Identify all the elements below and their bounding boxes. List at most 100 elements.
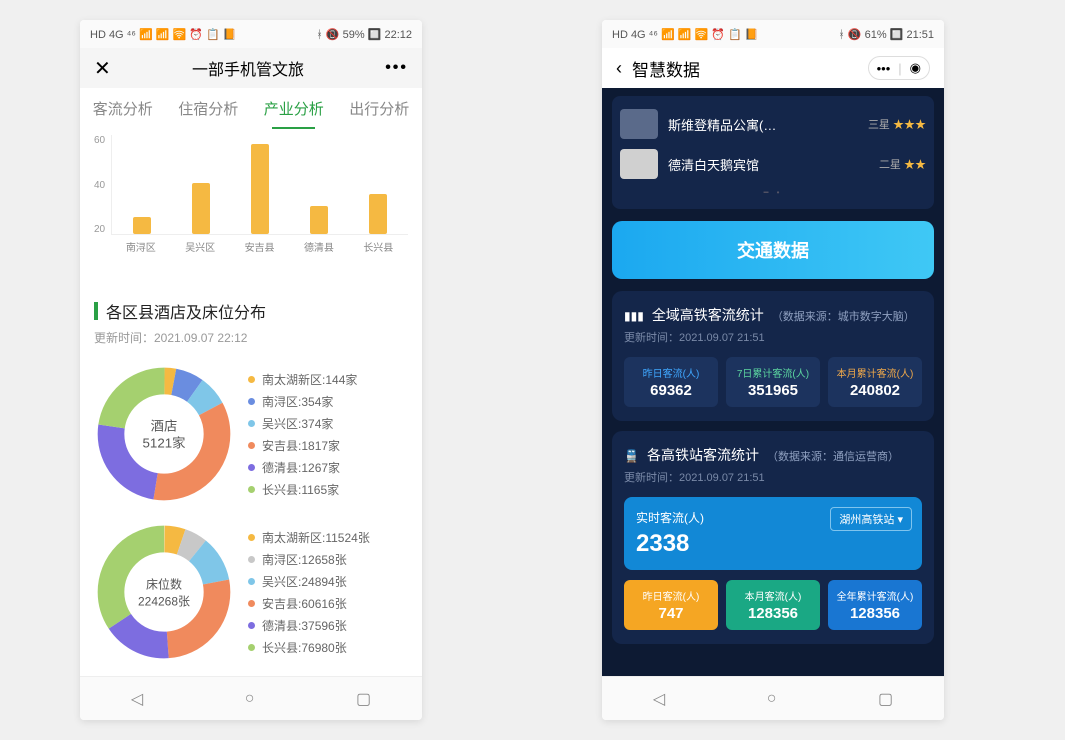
legend-item: 安吉县: 60616张 [248, 595, 370, 612]
svg-text:床位数: 床位数 [146, 577, 182, 592]
svg-text:5121家: 5121家 [143, 434, 186, 450]
close-icon[interactable]: ✕ [94, 56, 111, 81]
hotel-thumb [620, 109, 658, 139]
legend-item: 南浔区: 354家 [248, 393, 357, 410]
more-icon[interactable]: ••• [385, 59, 408, 77]
updated-time: 更新时间：2021.09.07 21:51 [624, 329, 922, 345]
tab-0[interactable]: 客流分析 [80, 88, 166, 129]
station-select[interactable]: 湖州高铁站 ▾ [830, 507, 912, 531]
stat-source: （数据来源：通信运营商） [767, 448, 899, 464]
legend-dot [248, 376, 255, 383]
page-title: 智慧数据 [632, 56, 700, 81]
legend-item: 南太湖新区: 144家 [248, 371, 357, 388]
legend-item: 德清县: 1267家 [248, 459, 357, 476]
live-value: 2338 [636, 530, 910, 558]
tabs: 客流分析住宿分析产业分析出行分析 [80, 88, 422, 129]
status-left: HD 4G ⁴⁶ 📶 📶 🛜 ⏰ 📋 📙 [612, 28, 758, 41]
stat-box: 昨日客流(人) 69362 [624, 357, 718, 407]
legend-dot [248, 420, 255, 427]
stat-title: 全域高铁客流统计 [652, 305, 764, 325]
x-label: 长兴县 [349, 235, 408, 254]
rail-station-card: 🚆 各高铁站客流统计 （数据来源：通信运营商） 更新时间：2021.09.07 … [612, 431, 934, 644]
status-bar: HD 4G ⁴⁶ 📶 📶 🛜 ⏰ 📋 📙 ᚼ 📵 61% 🔲 21:51 [602, 20, 944, 48]
x-label: 安吉县 [230, 235, 289, 254]
pager-dots: ━ • [620, 184, 926, 201]
bar-chart-icon: ▮▮▮ [624, 309, 644, 323]
nav-back-icon[interactable]: ◁ [653, 689, 665, 709]
updated-time: 更新时间：2021.09.07 22:12 [94, 329, 408, 346]
stat-box: 本月累计客流(人) 240802 [828, 357, 922, 407]
x-axis: 南浔区吴兴区安吉县德清县长兴县 [111, 235, 408, 254]
tab-3[interactable]: 出行分析 [337, 88, 423, 129]
bars [111, 135, 408, 235]
rail-total-card: ▮▮▮ 全域高铁客流统计 （数据来源：城市数字大脑） 更新时间：2021.09.… [612, 291, 934, 421]
bar [133, 217, 151, 234]
nav-home-icon[interactable]: ○ [767, 690, 777, 708]
svg-text:酒店: 酒店 [151, 419, 178, 434]
bar [310, 206, 328, 234]
legend-dot [248, 464, 255, 471]
more-icon[interactable]: ••• [877, 61, 891, 76]
stat-source: （数据来源：城市数字大脑） [772, 308, 915, 324]
stat-label: 本月累计客流(人) [832, 365, 918, 380]
stat-label: 本月客流(人) [730, 588, 816, 603]
target-icon[interactable]: ◉ [910, 60, 921, 76]
donut-hotels: 酒店 5121家 南太湖新区: 144家南浔区: 354家吴兴区: 374家安吉… [94, 364, 408, 504]
status-right: ᚼ 📵 59% 🔲 22:12 [316, 28, 412, 41]
hotel-stars: 三星 ★★★ [868, 116, 926, 132]
traffic-banner[interactable]: 交通数据 [612, 221, 934, 279]
stat-label: 全年累计客流(人) [832, 588, 918, 603]
x-label: 德清县 [289, 235, 348, 254]
phone-right: HD 4G ⁴⁶ 📶 📶 🛜 ⏰ 📋 📙 ᚼ 📵 61% 🔲 21:51 ‹ 智… [602, 20, 944, 720]
status-left: HD 4G ⁴⁶ 📶 📶 🛜 ⏰ 📋 📙 [90, 28, 236, 41]
nav-bar: ◁ ○ ▢ [80, 676, 422, 720]
stat-label: 昨日客流(人) [628, 365, 714, 380]
donut-chart-hotels: 酒店 5121家 [94, 364, 234, 504]
status-right: ᚼ 📵 61% 🔲 21:51 [838, 28, 934, 41]
stat-box: 昨日客流(人) 747 [624, 580, 718, 630]
legend-dot [248, 600, 255, 607]
stat-value: 747 [628, 605, 714, 622]
stat-title: 各高铁站客流统计 [647, 445, 759, 465]
legend-dot [248, 578, 255, 585]
x-label: 南浔区 [111, 235, 170, 254]
hotel-thumb [620, 149, 658, 179]
train-icon: 🚆 [624, 449, 639, 463]
nav-recent-icon[interactable]: ▢ [878, 689, 893, 709]
nav-recent-icon[interactable]: ▢ [356, 689, 371, 709]
stat-value: 351965 [730, 382, 816, 399]
y-axis: 604020 [94, 135, 111, 235]
capsule-menu[interactable]: ••• | ◉ [868, 56, 930, 80]
tab-2[interactable]: 产业分析 [251, 88, 337, 129]
hotel-row[interactable]: 斯维登精品公寓(… 三星 ★★★ [620, 104, 926, 144]
status-bar: HD 4G ⁴⁶ 📶 📶 🛜 ⏰ 📋 📙 ᚼ 📵 59% 🔲 22:12 [80, 20, 422, 48]
hotel-row[interactable]: 德清白天鹅宾馆二星 ★★ [620, 144, 926, 184]
distribution-section: 各区县酒店及床位分布 更新时间：2021.09.07 22:12 酒店 5121… [80, 285, 422, 676]
back-icon[interactable]: ‹ [616, 58, 622, 79]
stat-value: 240802 [832, 382, 918, 399]
legend-item: 吴兴区: 374家 [248, 415, 357, 432]
stat-box: 本月客流(人)128356 [726, 580, 820, 630]
donut-chart-beds: 床位数 224268张 [94, 522, 234, 662]
hotel-name: 斯维登精品公寓(… [668, 115, 862, 134]
nav-back-icon[interactable]: ◁ [131, 689, 143, 709]
stat-box: 全年累计客流(人)128356 [828, 580, 922, 630]
accent-bar [94, 302, 98, 320]
nav-home-icon[interactable]: ○ [245, 690, 255, 708]
hotel-stars: 二星 ★★ [879, 156, 926, 172]
tab-1[interactable]: 住宿分析 [166, 88, 252, 129]
stat-value: 69362 [628, 382, 714, 399]
legend-item: 南浔区: 12658张 [248, 551, 370, 568]
legend-dot [248, 534, 255, 541]
dark-body: 斯维登精品公寓(… 三星 ★★★ 德清白天鹅宾馆二星 ★★ ━ • 交通数据 ▮▮▮… [602, 88, 944, 676]
legend-item: 南太湖新区: 11524张 [248, 529, 370, 546]
bar [251, 144, 269, 235]
legend-dot [248, 644, 255, 651]
stat-label: 昨日客流(人) [628, 588, 714, 603]
legend-item: 安吉县: 1817家 [248, 437, 357, 454]
stat-label: 7日累计客流(人) [730, 365, 816, 380]
bar [192, 183, 210, 234]
page-title: 一部手机管文旅 [192, 56, 304, 80]
updated-time: 更新时间：2021.09.07 21:51 [624, 469, 922, 485]
legend-dot [248, 398, 255, 405]
